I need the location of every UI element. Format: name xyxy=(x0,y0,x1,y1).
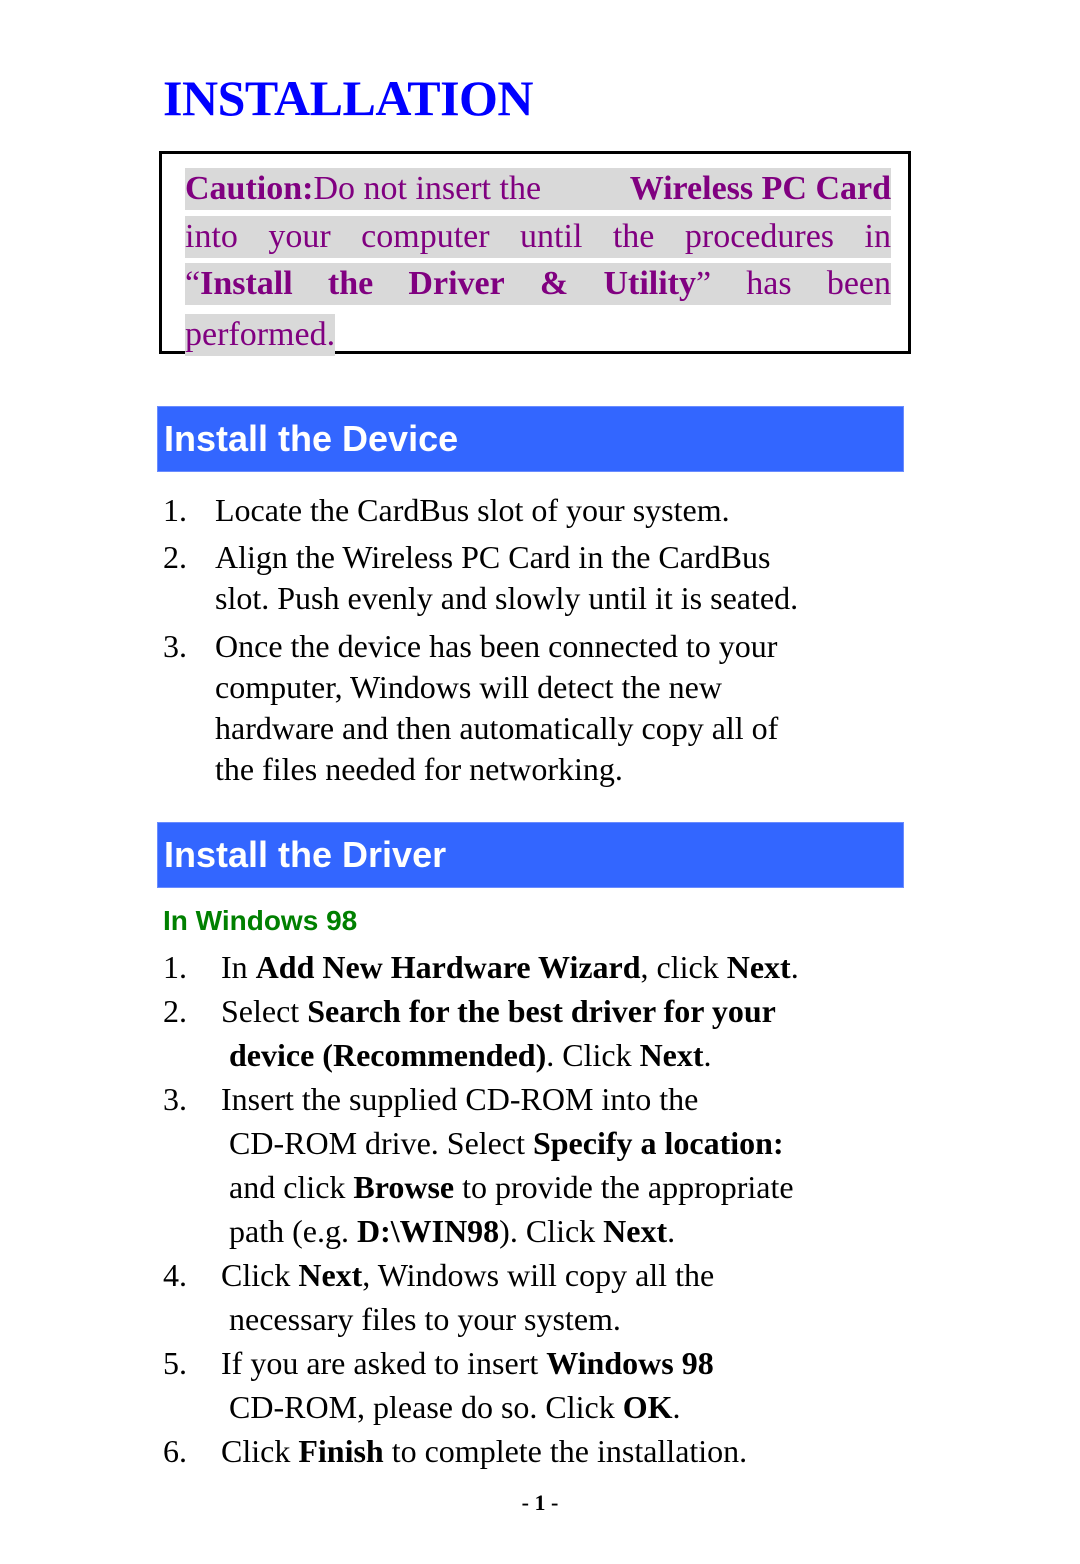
caution-word: into xyxy=(185,217,238,255)
step-number: 3. xyxy=(163,628,187,664)
list-item: 2. Select Search for the best driver for … xyxy=(163,989,923,1077)
section-header-install-device: Install the Device xyxy=(157,406,904,472)
step-number: 1. xyxy=(163,949,187,985)
caution-word: until xyxy=(520,217,583,255)
subheading-windows-98: In Windows 98 xyxy=(163,905,358,936)
step-text: Locate the CardBus slot of your system. xyxy=(215,492,730,528)
list-item: 3. Insert the supplied CD-ROM into the CD-… xyxy=(163,1077,923,1253)
section-heading: Install the Device xyxy=(164,418,459,459)
step-number: 1. xyxy=(163,492,187,528)
list-item: 1. In Add New Hardware Wizard, click Next… xyxy=(163,945,923,989)
step-text: Click Next, Windows will copy all the nec… xyxy=(221,1257,715,1337)
list-item: 3. Once the device has been connected to … xyxy=(163,626,903,790)
caution-word: been xyxy=(826,265,891,302)
caution-word: Wireless PC Card xyxy=(629,170,891,207)
list-item: 6. Click Finish to complete the installat… xyxy=(163,1429,923,1473)
list-item: 2. Align the Wireless PC Card in the Card… xyxy=(163,537,903,619)
caution-word: the xyxy=(327,265,374,302)
section-heading: Install the Driver xyxy=(164,834,447,875)
step-text: Select Search for the best driver for yo… xyxy=(221,993,776,1073)
step-number: 6. xyxy=(163,1433,187,1469)
step-text: In Add New Hardware Wizard, click Next. xyxy=(221,949,799,985)
step-number: 2. xyxy=(163,993,187,1029)
caution-word: in xyxy=(864,217,891,255)
list-item: 4. Click Next, Windows will copy all the n… xyxy=(163,1253,923,1341)
step-text: Insert the supplied CD-ROM into the CD-RO… xyxy=(221,1081,794,1249)
caution-line: into your computer until the procedures in xyxy=(185,215,891,264)
caution-word: procedures xyxy=(684,217,835,255)
caution-line: Caution: Do not insert the Wireless PC Car… xyxy=(185,168,891,216)
caution-line: performed. xyxy=(185,311,891,359)
caution-word: & xyxy=(539,265,569,302)
step-text: Click Finish to complete the installatio… xyxy=(221,1433,748,1469)
caution-word: Utility” xyxy=(603,265,712,302)
step-text: Once the device has been connected to yo… xyxy=(215,628,779,787)
caution-word: has xyxy=(746,265,792,302)
caution-word: “Install xyxy=(185,265,293,302)
list-item: 5. If you are asked to insert Windows 98 C… xyxy=(163,1341,923,1429)
caution-word: Caution: xyxy=(185,170,314,207)
caution-word: computer xyxy=(361,217,490,255)
section-header-install-driver: Install the Driver xyxy=(157,822,904,888)
step-number: 3. xyxy=(163,1081,187,1117)
caution-line: “Install the Driver & Utility” has been xyxy=(185,263,891,311)
step-text: Align the Wireless PC Card in the CardBu… xyxy=(215,539,799,616)
step-text: If you are asked to insert Windows 98 CD-… xyxy=(221,1345,714,1425)
caution-word: Do not insert the xyxy=(313,170,542,207)
caution-word: your xyxy=(268,217,331,255)
caution-word: Driver xyxy=(408,265,505,302)
step-number: 4. xyxy=(163,1257,187,1293)
caution-text: Caution: Do not insert the Wireless PC Car… xyxy=(185,168,891,358)
step-number: 5. xyxy=(163,1345,187,1381)
list-item: 1. Locate the CardBus slot of your system… xyxy=(163,490,903,531)
page-title: INSTALLATION xyxy=(163,70,534,126)
caution-box: Caution: Do not insert the Wireless PC Car… xyxy=(159,151,911,356)
caution-word: the xyxy=(612,217,655,255)
step-number: 2. xyxy=(163,539,187,575)
page-number: - 1 - xyxy=(521,1490,559,1515)
caution-word: performed. xyxy=(185,315,336,353)
